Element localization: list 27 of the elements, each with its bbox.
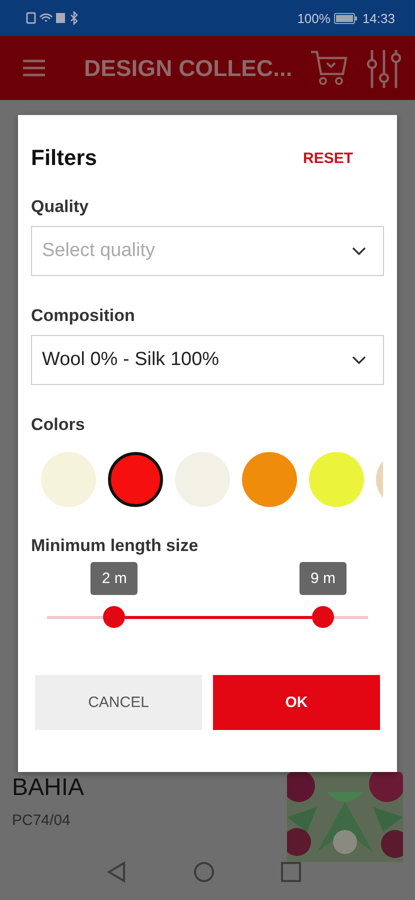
back-icon[interactable]	[106, 861, 126, 883]
cart-icon[interactable]	[309, 48, 349, 88]
section-label: Colors	[31, 415, 85, 435]
product-code: PC74/04	[12, 812, 72, 829]
slider-thumb[interactable]	[103, 606, 126, 628]
battery-percent: 100%	[297, 10, 330, 26]
value-tooltip: 9 m	[300, 562, 347, 595]
clock: 14:33	[362, 10, 395, 26]
reset-button[interactable]: RESET	[302, 150, 353, 166]
section-label: Minimum length size	[31, 536, 198, 556]
home-icon[interactable]	[192, 861, 214, 883]
cancel-button[interactable]: CANCEL	[35, 675, 202, 730]
sliders-icon[interactable]	[367, 48, 401, 88]
chevron-down-icon	[352, 246, 366, 256]
dropdown-field[interactable]: Wool 0% - Silk 100%	[31, 335, 384, 385]
value-tooltip: 2 m	[90, 562, 138, 595]
dialog-title: Filters	[31, 145, 98, 171]
app-title: DESIGN COLLEC...	[84, 54, 294, 82]
product-name: BAHIA	[12, 774, 84, 802]
slider-thumb[interactable]	[312, 606, 334, 628]
menu-icon[interactable]	[22, 59, 46, 77]
recents-icon[interactable]	[280, 862, 300, 882]
field-label: Quality	[31, 197, 89, 217]
chevron-down-icon	[352, 356, 366, 364]
ok-button[interactable]: OK	[213, 675, 380, 730]
battery-icon	[334, 12, 358, 24]
field-label: Composition	[31, 306, 135, 326]
